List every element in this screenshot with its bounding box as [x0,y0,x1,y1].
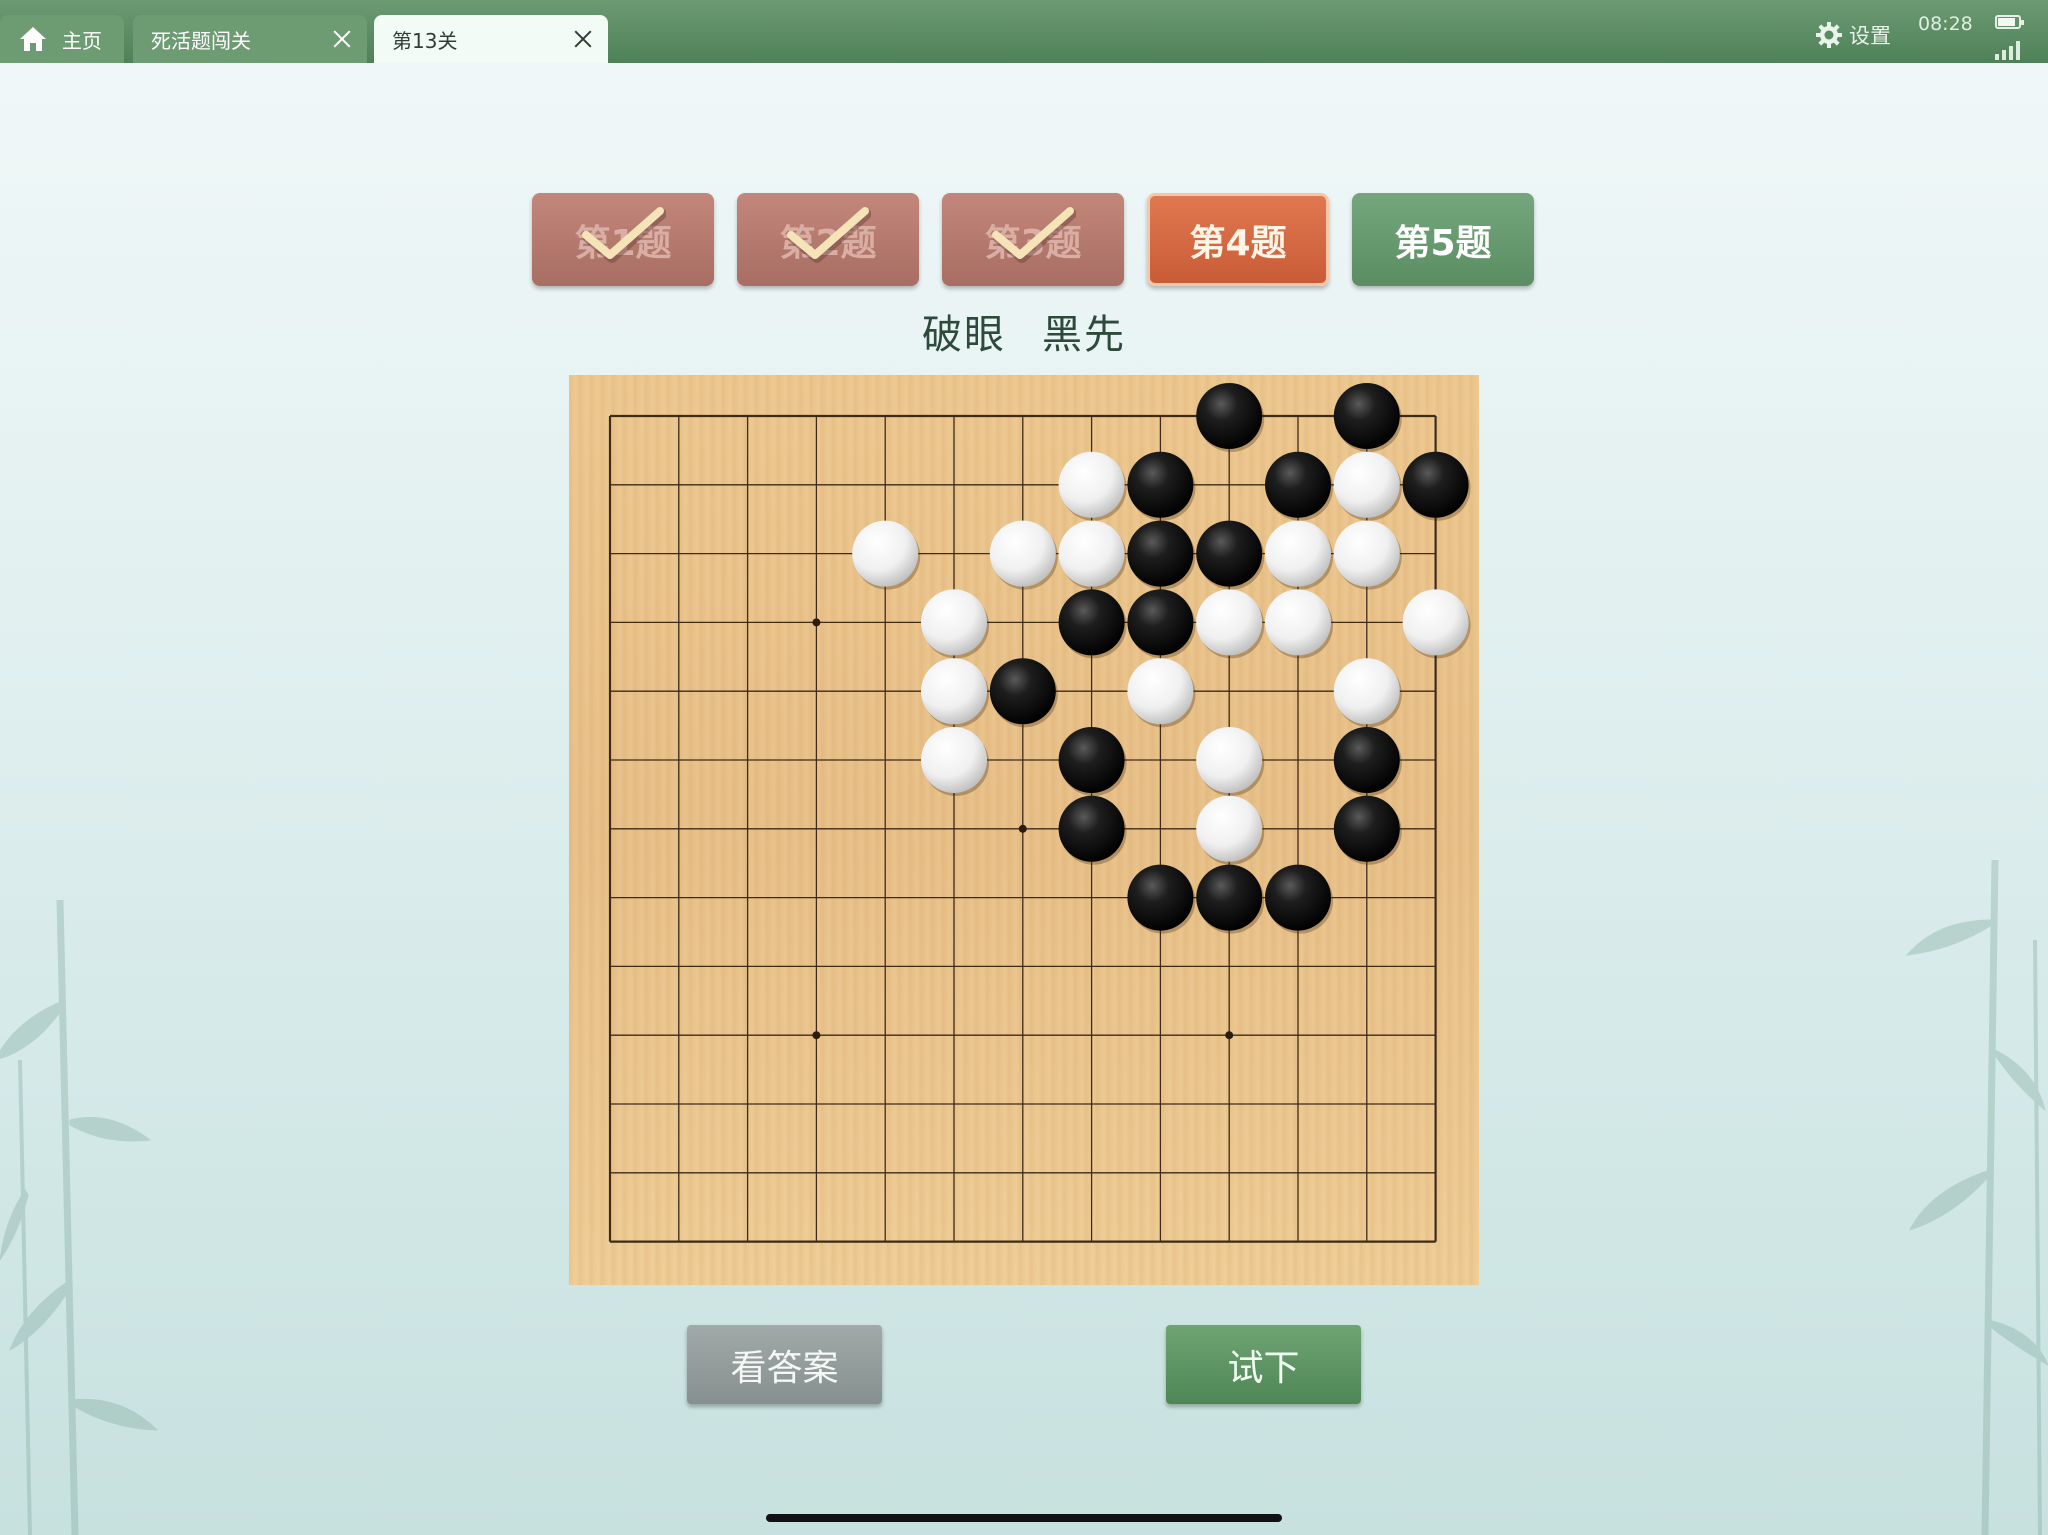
tab-home[interactable]: 主页 [0,15,124,63]
problem-3-button[interactable]: 第3题 [942,193,1124,286]
black-stone[interactable] [1265,451,1331,518]
white-stone[interactable] [1058,520,1125,587]
black-stone[interactable] [1333,383,1400,449]
black-stone[interactable] [1127,451,1194,518]
black-stone[interactable] [1196,383,1263,449]
home-indicator[interactable] [766,1514,1282,1522]
white-stone[interactable] [1333,451,1400,518]
problem-5-button[interactable]: 第5题 [1352,193,1534,286]
white-stone[interactable] [1058,451,1125,518]
black-stone[interactable] [1127,589,1194,656]
white-stone[interactable] [852,520,919,587]
problem-type: 破眼 [922,312,1006,358]
signal-icon [1995,40,2020,60]
problem-1-button[interactable]: 第1题 [532,193,714,286]
settings-label: 设置 [1849,24,1891,48]
black-stone[interactable] [989,658,1056,725]
white-stone[interactable] [921,589,987,656]
white-stone[interactable] [989,520,1056,587]
status-time: 08:28 [1918,13,1973,35]
black-stone[interactable] [1196,520,1263,587]
black-stone[interactable] [1127,864,1194,931]
tab-puzzle-challenge[interactable]: 死活题闯关 [133,15,367,63]
problem-2-button[interactable]: 第2题 [737,193,919,286]
check-icon [582,207,666,263]
white-stone[interactable] [921,727,987,793]
problem-4-label: 第4题 [1189,222,1287,264]
white-stone[interactable] [1127,658,1194,725]
tab-puzzle-challenge-label: 死活题闯关 [151,28,251,53]
star-point [812,1031,821,1040]
home-icon [20,27,46,51]
black-stone[interactable] [1058,589,1125,656]
problem-description: 破眼 黑先 [0,302,2048,360]
black-stone[interactable] [1058,795,1125,862]
board-grid[interactable] [569,375,1479,1285]
white-stone[interactable] [1402,589,1469,656]
white-stone[interactable] [921,658,987,725]
star-point [1018,824,1027,833]
white-stone[interactable] [1333,658,1400,725]
white-stone[interactable] [1265,520,1331,587]
bamboo-decoration-left [0,899,159,1535]
try-move-button[interactable]: 试下 [1166,1325,1361,1404]
white-stone[interactable] [1196,589,1263,656]
black-stone[interactable] [1196,864,1263,931]
to-play: 黑先 [1042,312,1126,358]
gear-icon [1816,22,1842,48]
black-stone[interactable] [1265,864,1331,931]
bamboo-decoration-right [1905,859,2048,1535]
tab-level-13[interactable]: 第13关 [374,15,608,63]
settings-button[interactable]: 设置 [1815,20,1891,50]
white-stone[interactable] [1196,795,1263,862]
problem-4-button[interactable]: 第4题 [1147,193,1329,286]
close-icon[interactable] [572,28,594,50]
black-stone[interactable] [1127,520,1194,587]
black-stone[interactable] [1333,727,1400,793]
white-stone[interactable] [1196,727,1263,793]
black-stone[interactable] [1402,451,1469,518]
tab-home-label: 主页 [62,28,102,53]
white-stone[interactable] [1265,589,1331,656]
battery-level [1998,18,2015,26]
close-icon[interactable] [331,28,353,50]
black-stone[interactable] [1333,795,1400,862]
battery-icon [1995,15,2024,29]
check-icon [992,207,1076,263]
problem-5-label: 第5题 [1394,222,1492,264]
star-point [812,618,821,627]
star-point [1225,1031,1234,1040]
check-icon [787,207,871,263]
show-answer-button[interactable]: 看答案 [687,1325,882,1404]
white-stone[interactable] [1333,520,1400,587]
tab-level-13-label: 第13关 [392,28,458,53]
go-board[interactable] [569,375,1479,1285]
top-bar: 主页 死活题闯关 第13关 设置 08:28 [0,0,2048,63]
black-stone[interactable] [1058,727,1125,793]
